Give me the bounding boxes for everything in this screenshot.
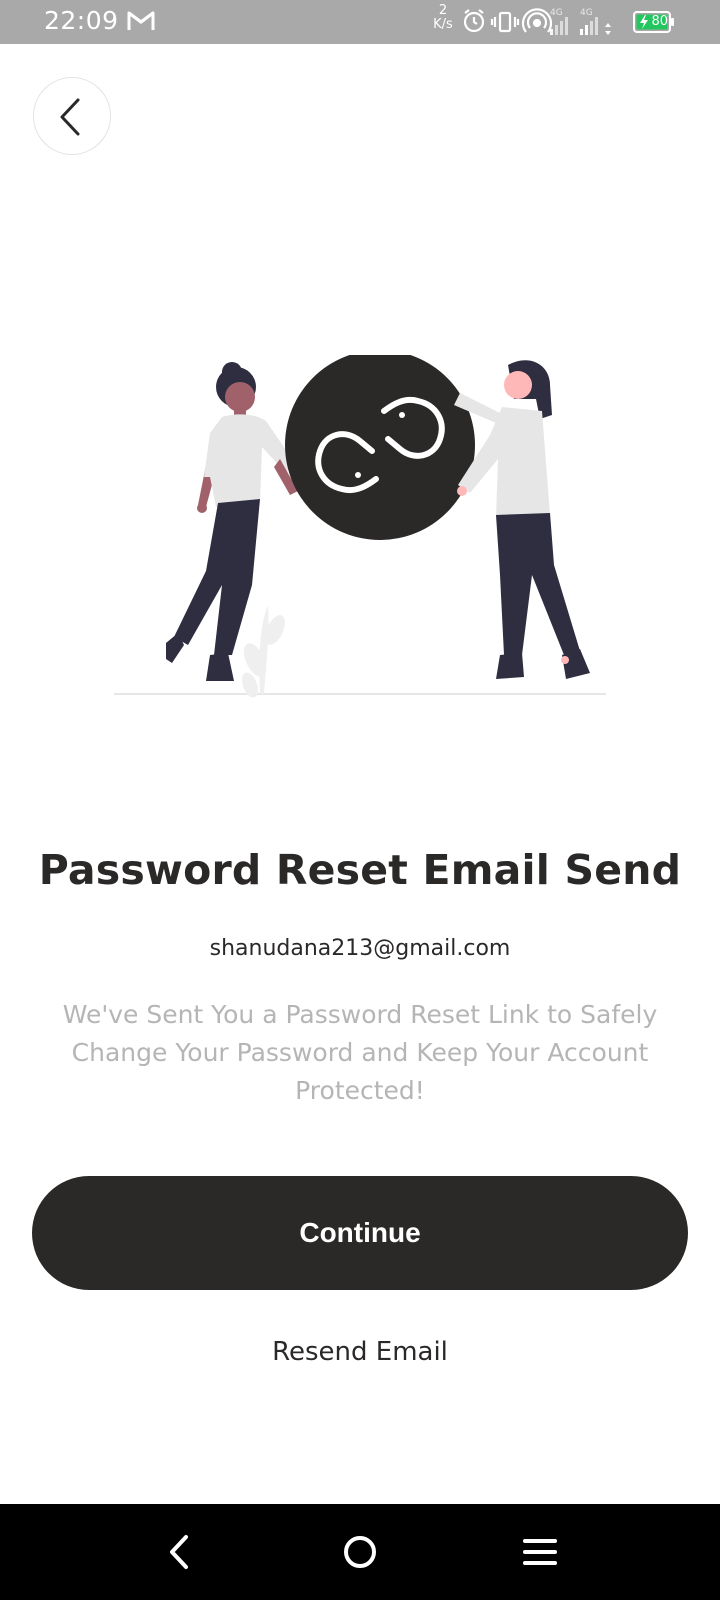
- back-button[interactable]: [33, 77, 111, 155]
- continue-button[interactable]: Continue: [32, 1176, 688, 1290]
- reset-description: We've Sent You a Password Reset Link to …: [62, 1000, 658, 1105]
- link-icon: [285, 350, 475, 540]
- chevron-left-icon: [60, 98, 80, 136]
- gmail-icon: [126, 9, 156, 38]
- resend-email-button[interactable]: Resend Email: [210, 1332, 510, 1372]
- reset-link-illustration: [110, 350, 610, 705]
- nav-back-icon[interactable]: [156, 1528, 204, 1576]
- hotspot-icon: [521, 8, 553, 33]
- right-person-figure: [454, 360, 590, 679]
- status-icons: 4G 4G: [462, 7, 632, 44]
- battery-level: 80: [651, 14, 668, 29]
- page-title: Password Reset Email Send: [38, 846, 682, 894]
- alarm-icon: [463, 9, 485, 33]
- nav-home-icon[interactable]: [336, 1528, 384, 1576]
- svg-text:4G: 4G: [580, 8, 593, 18]
- network-speed-unit: K/s: [433, 17, 453, 32]
- battery-charging-icon: 80: [633, 11, 675, 33]
- vibrate-icon: [490, 11, 520, 33]
- password-reset-screen: 22:09 2 K/s 4G 4G 80 Password Reset Emai…: [0, 0, 720, 1600]
- network-speed: 2 K/s: [430, 4, 456, 32]
- network-speed-value: 2: [438, 3, 448, 18]
- system-nav-bar: [0, 1504, 720, 1600]
- status-time: 22:09: [44, 6, 119, 35]
- user-email: shanudana213@gmail.com: [209, 936, 511, 961]
- status-bar: 22:09 2 K/s 4G 4G 80: [0, 0, 720, 44]
- nav-recents-icon[interactable]: [516, 1528, 564, 1576]
- signal-icon: 4G: [550, 8, 568, 35]
- signal-icon: 4G: [580, 8, 611, 35]
- svg-text:4G: 4G: [550, 8, 563, 18]
